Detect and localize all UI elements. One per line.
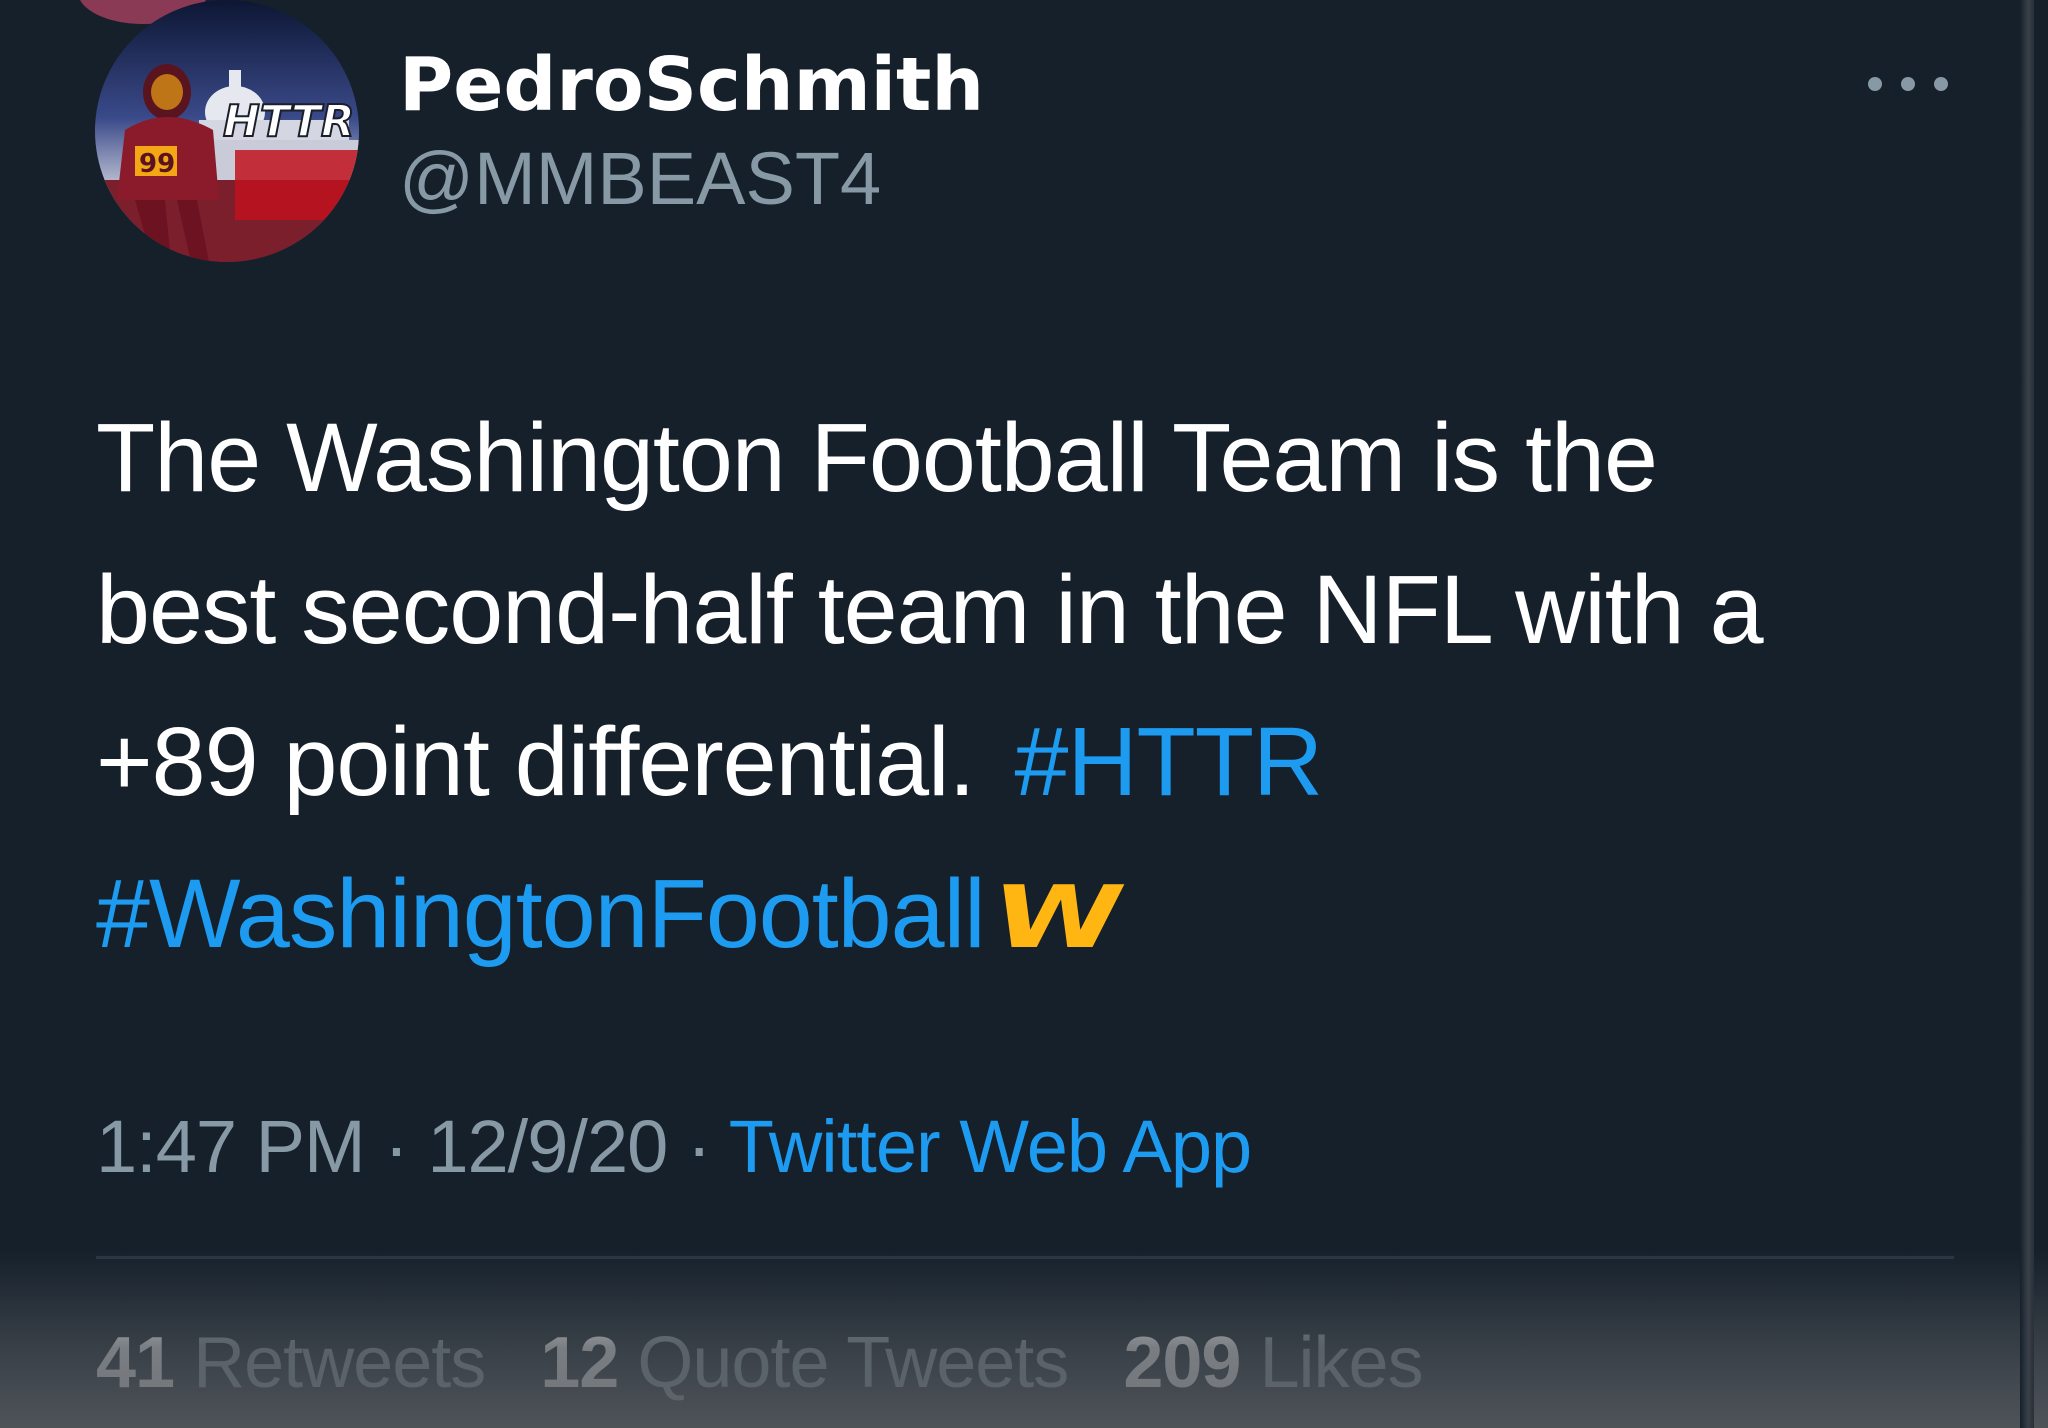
tweet-source-link[interactable]: Twitter Web App [729, 1105, 1252, 1188]
tweet-text-line-3: +89 point differential. [96, 707, 976, 816]
meta-separator: · [686, 1105, 712, 1188]
likes-stat[interactable]: 209 Likes [1123, 1323, 1423, 1403]
retweets-stat[interactable]: 41 Retweets [96, 1323, 504, 1403]
quote-tweets-stat[interactable]: 12 Quote Tweets [540, 1323, 1087, 1403]
tweet-text-line: #WashingtonFootballW [96, 838, 1976, 990]
avatar-image: 99 HTTR [95, 0, 359, 262]
meta-separator: · [384, 1105, 409, 1188]
tweet-text-line: best second-half team in the NFL with a [96, 534, 1976, 686]
author-display-name[interactable]: PedroSchmith [399, 40, 984, 130]
more-dot [1934, 77, 1948, 91]
more-horizontal-icon[interactable] [1868, 64, 1948, 104]
tweet-text: The Washington Football Team is the best… [96, 382, 1976, 990]
hashtag-httr-link[interactable]: #HTTR [1015, 707, 1324, 816]
likes-label: Likes [1259, 1323, 1423, 1403]
tweet-text-line: The Washington Football Team is the [96, 382, 1976, 534]
more-dot [1868, 77, 1882, 91]
author-handle[interactable]: @MMBEAST4 [399, 134, 881, 224]
retweets-label: Retweets [193, 1323, 486, 1403]
retweets-count: 41 [96, 1323, 175, 1403]
tweet-text-line-1: The Washington Football Team is the [96, 403, 1658, 512]
tweet-metadata: 1:47 PM · 12/9/20 · Twitter Web App [96, 1102, 1252, 1192]
washington-w-logo-icon: W [983, 868, 1123, 968]
tweet-time[interactable]: 1:47 PM [96, 1105, 366, 1188]
right-edge-bar [2020, 0, 2034, 1428]
likes-count: 209 [1123, 1323, 1241, 1403]
more-dot [1901, 77, 1915, 91]
tweet-date[interactable]: 12/9/20 [427, 1105, 668, 1188]
tweet-text-line-2: best second-half team in the NFL with a [96, 555, 1764, 664]
avatar-httr-text: HTTR [223, 96, 355, 147]
avatar-jersey-number: 99 [139, 149, 175, 179]
tweet-text-line: +89 point differential. #HTTR [96, 686, 1976, 838]
quote-tweets-label: Quote Tweets [637, 1323, 1069, 1403]
hashtag-washington-football-link[interactable]: #WashingtonFootball [96, 859, 986, 968]
author-avatar[interactable]: 99 HTTR [95, 0, 359, 262]
tweet-stats: 41 Retweets 12 Quote Tweets 209 Likes [96, 1318, 1459, 1408]
divider [96, 1256, 1954, 1259]
quote-tweets-count: 12 [540, 1323, 619, 1403]
